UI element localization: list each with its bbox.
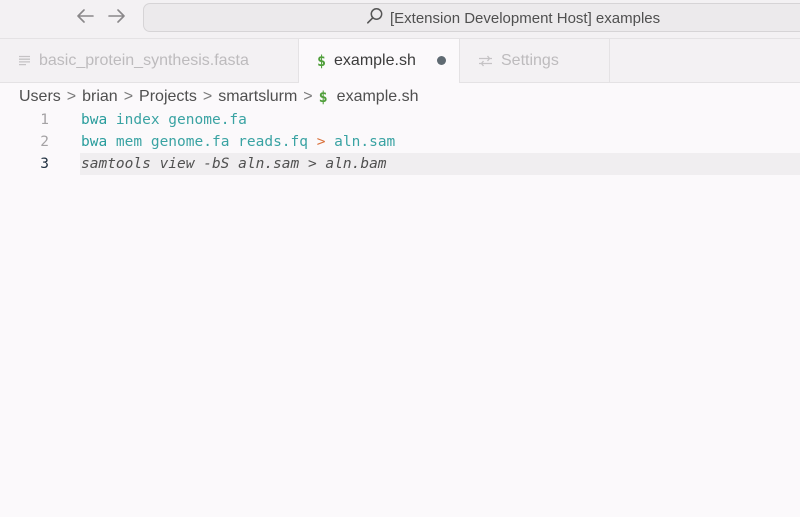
tab-label: example.sh [334, 52, 416, 69]
code-token: mem genome.fa reads.fq [107, 134, 317, 150]
tab-bar: basic_protein_synthesis.fasta $ example.… [0, 39, 800, 83]
code-line-current[interactable]: samtools view -bS aln.sam > aln.bam [80, 153, 800, 175]
command-center-label: [Extension Development Host] examples [390, 9, 661, 27]
tab-basic-protein-synthesis-fasta[interactable]: basic_protein_synthesis.fasta [0, 39, 299, 82]
line-number: 2 [40, 134, 49, 150]
code-line-text: bwa mem genome.fa reads.fq > aln.sam [80, 134, 395, 150]
chevron-right-icon: > [123, 88, 134, 105]
code-token: bwa [81, 112, 108, 128]
tab-label: basic_protein_synthesis.fasta [39, 51, 249, 69]
chevron-right-icon: > [303, 88, 313, 105]
search-icon [366, 7, 384, 30]
tab-example-sh[interactable]: $ example.sh [299, 39, 460, 83]
code-line[interactable]: bwa mem genome.fa reads.fq > aln.sam [80, 131, 800, 153]
editor[interactable]: 123 bwa index genome.fa bwa mem genome.fa… [0, 108, 800, 517]
breadcrumb-brian[interactable]: brian [82, 88, 118, 106]
arrow-right-icon [108, 7, 126, 28]
sliders-icon [478, 55, 493, 67]
chevron-right-icon: > [66, 88, 77, 105]
back-button[interactable] [73, 7, 97, 29]
arrow-left-icon [76, 7, 94, 28]
tab-settings[interactable]: Settings [460, 39, 610, 82]
code-line-text: bwa index genome.fa [80, 112, 247, 128]
line-number: 3 [40, 156, 49, 172]
forward-button[interactable] [105, 7, 129, 29]
dollar-icon: $ [317, 52, 327, 70]
breadcrumb-users[interactable]: Users [19, 88, 61, 106]
breadcrumb-smartslurm[interactable]: smartslurm [218, 88, 297, 106]
breadcrumb: Users > brian > Projects > smartslurm > … [19, 87, 419, 107]
command-center[interactable]: [Extension Development Host] examples [143, 3, 800, 32]
code-token: samtools view -bS aln.sam > aln.bam [81, 156, 387, 172]
tab-label: Settings [501, 51, 559, 69]
unsaved-changes-indicator[interactable] [437, 56, 446, 65]
breadcrumb-file[interactable]: example.sh [337, 88, 419, 106]
chevron-right-icon: > [202, 88, 213, 105]
lines-icon [18, 55, 31, 66]
code-token: bwa [81, 134, 108, 150]
dollar-icon: $ [318, 88, 328, 106]
code-line-text: samtools view -bS aln.sam > aln.bam [80, 156, 387, 172]
line-number-gutter: 1 2 3 [0, 108, 80, 517]
code-token: index genome.fa [107, 112, 247, 128]
code-area[interactable]: bwa index genome.fa bwa mem genome.fa rea… [80, 108, 800, 517]
code-token: aln.sam [325, 134, 396, 150]
code-line[interactable]: bwa index genome.fa [80, 109, 800, 131]
breadcrumb-projects[interactable]: Projects [139, 88, 197, 106]
line-number: 1 [40, 112, 49, 128]
title-bar: [Extension Development Host] examples [0, 0, 800, 39]
